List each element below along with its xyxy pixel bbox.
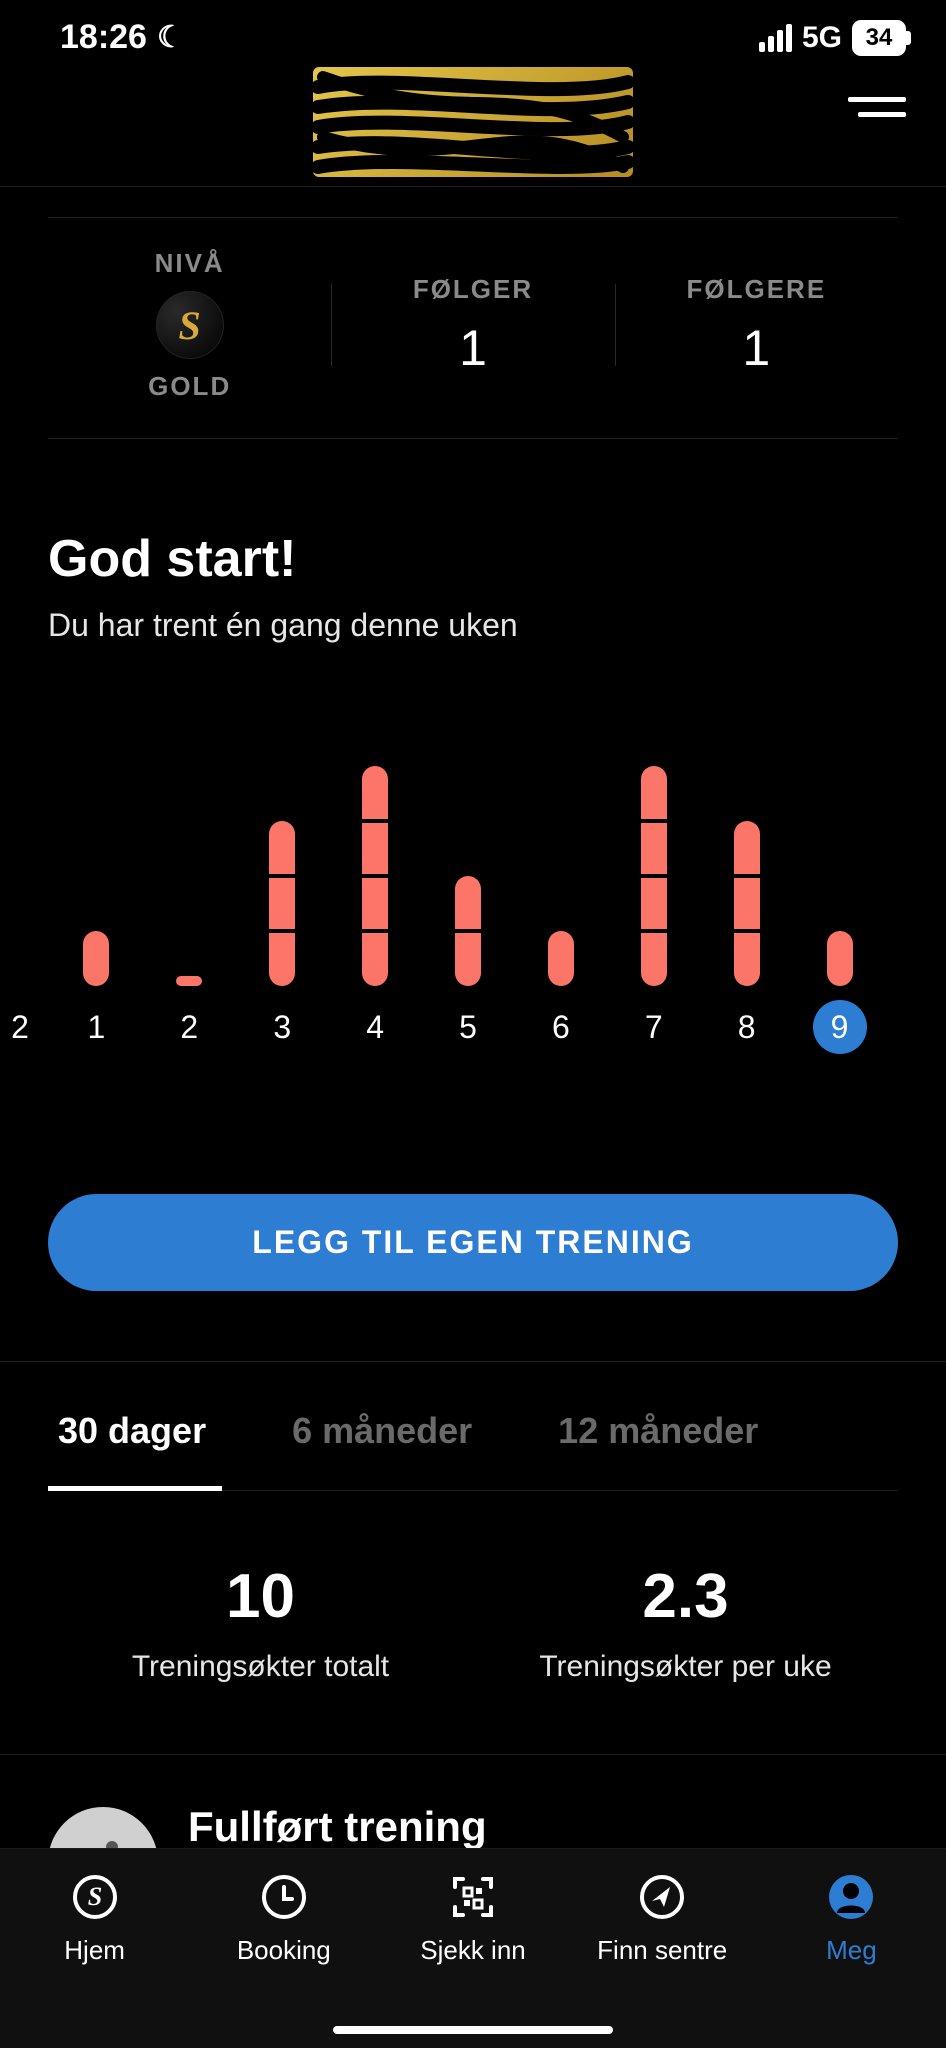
chart-x-label[interactable]: 5 [441,1000,495,1054]
chart-column[interactable]: 9 [793,931,886,1054]
profile-stats-row: NIVÅ S GOLD FØLGER 1 FØLGERE 1 [48,217,898,439]
home-indicator[interactable] [333,2026,613,2034]
dnd-moon-icon: ☾ [157,20,184,55]
followers-label: FØLGERE [615,274,898,305]
nav-label: Meg [826,1935,877,1966]
chart-x-label[interactable]: 2 [162,1000,216,1054]
nav-find-centers[interactable]: Finn sentre [568,1869,757,2004]
metric-perweek-value: 2.3 [473,1561,898,1632]
chart-column[interactable]: 6 [514,931,607,1054]
period-tabs: 30 dager 6 måneder 12 måneder [48,1410,898,1491]
top-bar [0,67,946,187]
svg-text:S: S [87,1882,101,1911]
chart-column[interactable]: 7 [607,766,700,1054]
following-count: 1 [331,319,614,377]
metric-per-week: 2.3 Treningsøkter per uke [473,1561,898,1684]
qr-scan-icon [445,1869,501,1925]
chart-column[interactable]: 5 [422,876,515,1054]
home-s-icon: S [67,1869,123,1925]
following-cell[interactable]: FØLGER 1 [331,274,614,377]
greeting-subtitle: Du har trent én gang denne uken [48,607,898,644]
level-label: NIVÅ [155,248,225,279]
status-left: 18:26 ☾ [60,18,184,57]
bottom-nav: S Hjem Booking Sjekk inn Finn sentre [0,1848,946,2048]
level-cell[interactable]: NIVÅ S GOLD [48,248,331,402]
nav-label: Finn sentre [597,1935,727,1966]
chart-bar [176,976,202,986]
chart-column[interactable]: 2 [143,976,236,1054]
chart-x-label[interactable]: 9 [813,1000,867,1054]
battery-icon: 34 [852,20,906,56]
followers-count: 1 [615,319,898,377]
chart-x-label[interactable]: 2 [0,1000,47,1054]
network-type: 5G [802,21,842,55]
followers-cell[interactable]: FØLGERE 1 [615,274,898,377]
chart-x-label[interactable]: 8 [720,1000,774,1054]
chart-bar [641,766,667,986]
period-tab[interactable]: 30 dager [48,1410,222,1491]
greeting-title: God start! [48,529,898,589]
period-tab[interactable]: 6 måneder [282,1410,488,1491]
completed-training-row[interactable]: Fullført trening [48,1755,898,1851]
chart-column[interactable]: 1 [50,931,143,1054]
nav-label: Booking [237,1935,331,1966]
chart-bar [548,931,574,986]
nav-me[interactable]: Meg [757,1869,946,2004]
location-arrow-icon [634,1869,690,1925]
weekly-chart: 2123456789 [48,794,898,1134]
divider [0,1361,946,1362]
person-icon [823,1869,879,1925]
chart-x-label[interactable]: 3 [255,1000,309,1054]
signal-icon [759,24,792,52]
chart-column[interactable]: 2 [20,976,50,1054]
redacted-logo [313,67,633,177]
nav-label: Sjekk inn [420,1935,526,1966]
chart-bar [269,821,295,986]
period-tab[interactable]: 12 måneder [548,1410,774,1491]
chart-x-label[interactable]: 4 [348,1000,402,1054]
completed-training-title: Fullført trening [188,1803,487,1851]
metric-total-sessions: 10 Treningsøkter totalt [48,1561,473,1684]
clock-icon [256,1869,312,1925]
chart-column[interactable]: 4 [329,766,422,1054]
greeting-section: God start! Du har trent én gang denne uk… [48,529,898,644]
chart-bar [362,766,388,986]
chart-bar [455,876,481,986]
nav-checkin[interactable]: Sjekk inn [378,1869,567,2004]
chart-bar [734,821,760,986]
chart-bar [83,931,109,986]
level-glyph: S [179,302,201,349]
clock-time: 18:26 [60,18,147,57]
menu-button[interactable] [848,97,906,117]
chart-column[interactable]: 8 [700,821,793,1054]
chart-x-label[interactable]: 7 [627,1000,681,1054]
metric-total-value: 10 [48,1561,473,1632]
level-tier: GOLD [148,371,231,402]
status-right: 5G 34 [759,20,906,56]
chart-column[interactable]: 3 [236,821,329,1054]
metrics-row: 10 Treningsøkter totalt 2.3 Treningsøkte… [48,1491,898,1724]
level-badge-icon: S [156,291,224,359]
chart-bar [827,931,853,986]
nav-label: Hjem [64,1935,125,1966]
chart-x-label[interactable]: 1 [69,1000,123,1054]
metric-total-label: Treningsøkter totalt [48,1650,473,1684]
add-training-button[interactable]: LEGG TIL EGEN TRENING [48,1194,898,1291]
metric-perweek-label: Treningsøkter per uke [473,1650,898,1684]
chart-x-label[interactable]: 6 [534,1000,588,1054]
status-bar: 18:26 ☾ 5G 34 [0,0,946,67]
following-label: FØLGER [331,274,614,305]
nav-home[interactable]: S Hjem [0,1869,189,2004]
nav-booking[interactable]: Booking [189,1869,378,2004]
